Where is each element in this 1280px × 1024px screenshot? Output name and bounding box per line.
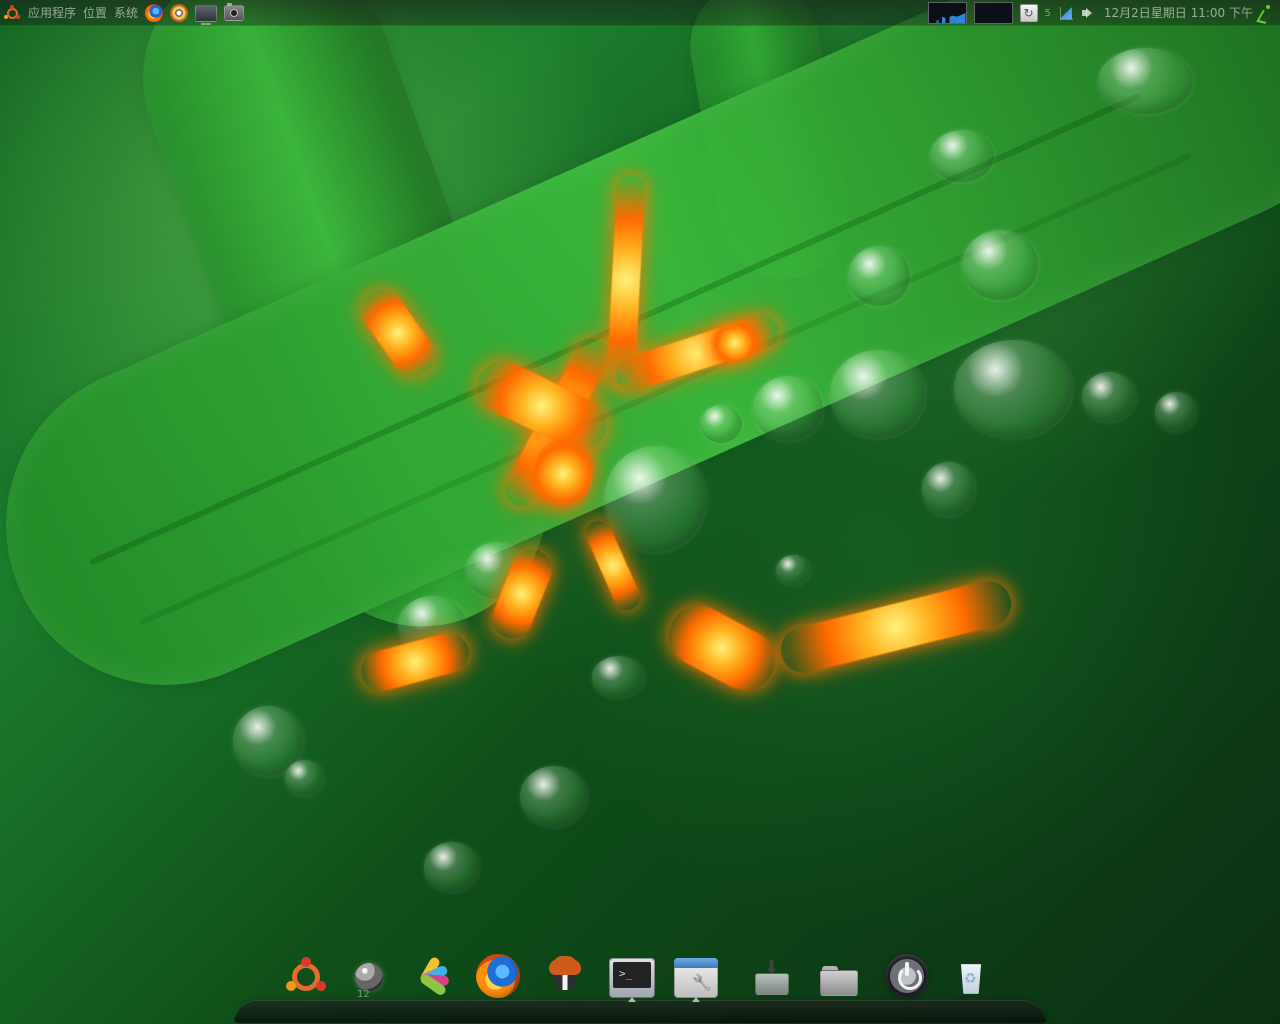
water-droplet bbox=[1155, 392, 1197, 432]
refresh-icon[interactable] bbox=[1019, 4, 1038, 22]
dock-item-power[interactable] bbox=[879, 948, 935, 1004]
water-droplet bbox=[962, 230, 1038, 300]
orb-label: 12 bbox=[357, 989, 370, 1000]
volume-icon[interactable] bbox=[1081, 5, 1097, 21]
menu-system[interactable]: 系统 bbox=[114, 7, 138, 19]
water-droplet bbox=[930, 130, 994, 182]
dock-item-trash[interactable] bbox=[943, 948, 999, 1004]
firefox-icon[interactable] bbox=[145, 4, 164, 22]
water-droplet bbox=[753, 376, 823, 441]
water-droplet bbox=[520, 766, 587, 827]
ubuntu-logo-icon[interactable] bbox=[4, 4, 21, 22]
dock-item-firefox[interactable] bbox=[470, 948, 526, 1004]
terminal-icon bbox=[609, 958, 655, 998]
top-panel-left: 应用程序 位置 系统 bbox=[0, 0, 245, 26]
trash-icon bbox=[951, 954, 991, 998]
dock-items: 12 bbox=[232, 946, 1048, 1024]
water-droplet bbox=[604, 446, 706, 552]
menu-places[interactable]: 位置 bbox=[83, 7, 107, 19]
folder-icon bbox=[816, 958, 860, 998]
system-monitor-graph[interactable] bbox=[927, 2, 967, 24]
color-fan-icon bbox=[414, 954, 458, 998]
download-icon bbox=[749, 957, 793, 999]
glow-stroke bbox=[658, 595, 786, 701]
menu-applications[interactable]: 应用程序 bbox=[28, 7, 76, 19]
water-droplet bbox=[922, 462, 975, 516]
water-droplet bbox=[776, 555, 810, 585]
dock: 12 bbox=[232, 946, 1048, 1024]
camera-icon[interactable] bbox=[224, 3, 245, 21]
dock-item-tools[interactable] bbox=[668, 950, 724, 1006]
monitor-icon[interactable] bbox=[195, 4, 218, 25]
water-droplet bbox=[592, 656, 644, 698]
settings-icon[interactable] bbox=[170, 4, 189, 22]
tools-icon bbox=[674, 958, 718, 998]
power-icon bbox=[885, 954, 929, 998]
running-indicator bbox=[628, 997, 636, 1002]
water-droplet bbox=[830, 350, 925, 438]
top-panel: 应用程序 位置 系统 5 12月2日星期日 11:00 下午 bbox=[0, 0, 1280, 26]
dock-item-folder[interactable] bbox=[810, 950, 866, 1006]
water-droplet bbox=[848, 246, 910, 306]
dock-item-terminal[interactable] bbox=[604, 950, 660, 1006]
dock-item-download[interactable] bbox=[743, 950, 799, 1006]
workspace-count: 5 bbox=[1044, 7, 1051, 19]
penguin-icon bbox=[543, 954, 587, 998]
running-indicator bbox=[692, 997, 700, 1002]
water-droplet bbox=[954, 340, 1072, 438]
dock-item-ubuntu[interactable] bbox=[278, 949, 334, 1005]
workspace-switcher[interactable] bbox=[973, 2, 1013, 24]
dock-item-penguin[interactable] bbox=[537, 948, 593, 1004]
top-panel-right: 5 12月2日星期日 11:00 下午 bbox=[927, 0, 1280, 26]
water-droplet bbox=[424, 842, 479, 892]
user-status-icon[interactable] bbox=[1260, 5, 1274, 21]
network-icon[interactable] bbox=[1058, 5, 1074, 21]
ubuntu-icon bbox=[284, 955, 328, 999]
water-droplet bbox=[285, 760, 323, 796]
dock-item-orb[interactable]: 12 bbox=[341, 949, 397, 1005]
water-droplet bbox=[700, 405, 742, 443]
glow-stroke bbox=[775, 576, 1017, 678]
water-droplet bbox=[1098, 48, 1193, 114]
orb-icon bbox=[355, 963, 383, 991]
clock[interactable]: 12月2日星期日 11:00 下午 bbox=[1104, 7, 1253, 19]
firefox-icon bbox=[476, 954, 520, 998]
desktop-wallpaper bbox=[0, 0, 1280, 1024]
water-droplet bbox=[1082, 372, 1136, 422]
dock-item-fan[interactable] bbox=[408, 948, 464, 1004]
